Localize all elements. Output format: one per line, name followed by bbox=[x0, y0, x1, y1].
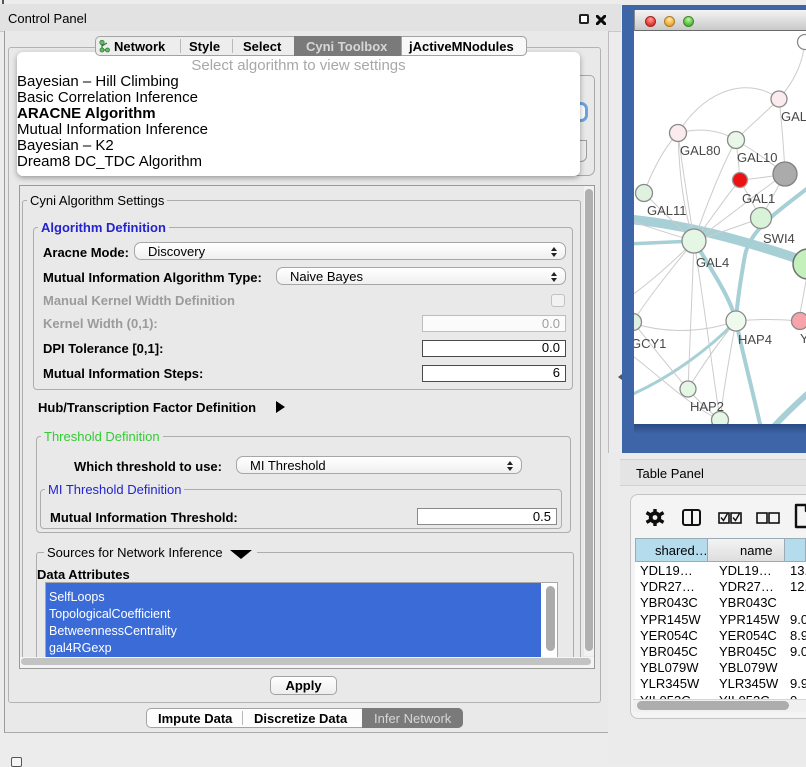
svg-text:SWI4: SWI4 bbox=[763, 231, 795, 246]
svg-text:HAP4: HAP4 bbox=[738, 332, 772, 347]
svg-text:GAL10: GAL10 bbox=[737, 150, 777, 165]
svg-text:GAL: GAL bbox=[781, 109, 806, 124]
svg-text:GCY1: GCY1 bbox=[634, 336, 666, 351]
svg-text:GAL1: GAL1 bbox=[742, 191, 775, 206]
svg-text:GAL80: GAL80 bbox=[680, 143, 720, 158]
svg-text:GAL11: GAL11 bbox=[647, 203, 687, 218]
svg-text:Y: Y bbox=[800, 331, 806, 346]
svg-text:HAP2: HAP2 bbox=[690, 399, 724, 414]
svg-text:GAL4: GAL4 bbox=[696, 255, 729, 270]
